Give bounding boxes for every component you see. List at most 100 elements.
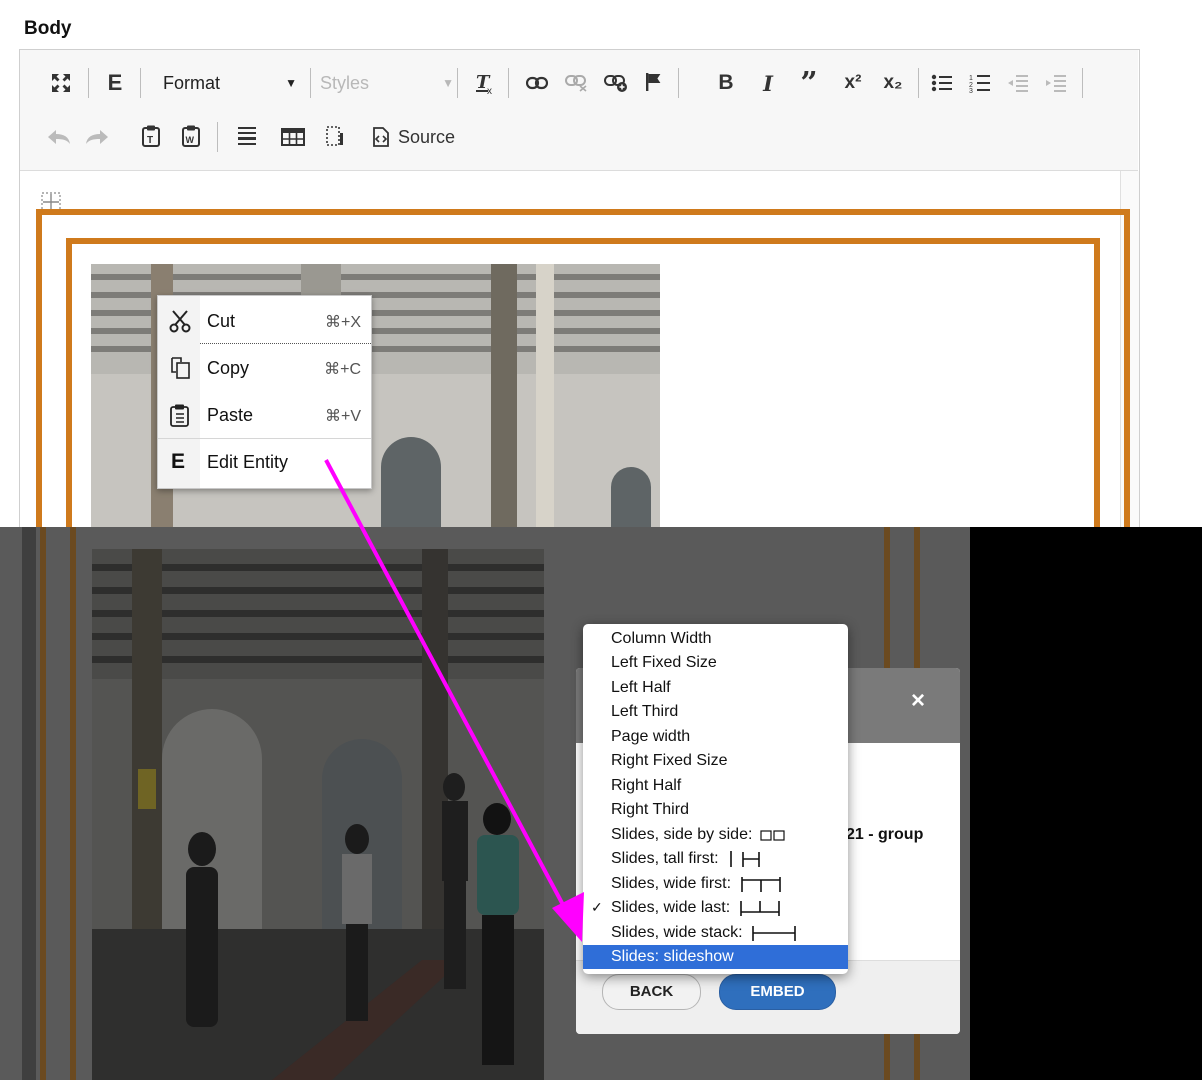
unlink-icon[interactable] — [563, 70, 591, 96]
dropdown-option[interactable]: Slides, wide first: — [583, 872, 848, 896]
bold-button[interactable]: B — [712, 68, 740, 98]
indent-icon[interactable] — [1042, 70, 1070, 96]
wide-first-layout-icon — [740, 877, 781, 892]
option-label: Left Fixed Size — [611, 654, 717, 671]
scissors-icon — [169, 309, 191, 333]
toolbar-separator — [457, 68, 458, 98]
table-icon[interactable] — [278, 124, 308, 150]
remove-format-icon[interactable]: Tx — [471, 68, 499, 98]
italic-button[interactable]: I — [754, 68, 782, 98]
dropdown-option[interactable]: Column Width — [583, 627, 848, 651]
entity-embed-button[interactable]: E — [100, 68, 130, 98]
context-menu-shortcut: ⌘+V — [324, 408, 361, 425]
wide-last-layout-icon — [739, 901, 780, 916]
option-label: Left Half — [611, 679, 671, 696]
paste-text-icon[interactable]: T — [138, 122, 164, 150]
context-menu-item-paste[interactable]: Paste ⌘+V — [158, 392, 371, 438]
dropdown-option-checked[interactable]: ✓ Slides, wide last: — [583, 896, 848, 920]
option-label: Slides, tall first: — [611, 850, 719, 868]
option-label: Left Third — [611, 703, 679, 720]
format-dropdown[interactable]: Format ▼ — [163, 68, 303, 98]
context-menu-label: Paste — [207, 405, 254, 425]
context-menu-shortcut: ⌘+X — [324, 314, 361, 331]
styles-dropdown[interactable]: Styles ▼ — [320, 68, 460, 98]
toolbar-separator — [217, 122, 218, 152]
dropdown-option[interactable]: Left Fixed Size — [583, 651, 848, 675]
embed-button[interactable]: EMBED — [719, 974, 836, 1010]
option-label: Slides, wide first: — [611, 875, 732, 893]
toolbar-separator — [1082, 68, 1083, 98]
toolbar-separator — [508, 68, 509, 98]
toolbar-separator — [140, 68, 141, 98]
add-link-icon[interactable] — [602, 70, 630, 96]
option-label: Slides, side by side: — [611, 826, 753, 843]
dropdown-option[interactable]: Left Half — [583, 676, 848, 700]
redo-icon[interactable] — [82, 124, 112, 150]
editor-toolbar: E Format ▼ Styles ▼ Tx B I ” x² x₂ 1 2 3… — [20, 50, 1138, 171]
flag-icon[interactable] — [640, 68, 666, 96]
side-by-side-layout-icon — [760, 830, 785, 841]
copy-icon — [169, 356, 191, 380]
toolbar-separator — [918, 68, 919, 98]
context-menu-label: Cut — [207, 311, 236, 331]
numbered-list-icon[interactable]: 123 — [966, 70, 994, 96]
subscript-button[interactable]: x₂ — [877, 68, 909, 98]
close-icon[interactable]: × — [903, 686, 933, 716]
dropdown-option[interactable]: Left Third — [583, 700, 848, 724]
svg-text:3: 3 — [969, 88, 973, 93]
dropdown-option[interactable]: Right Fixed Size — [583, 749, 848, 773]
option-label: Right Fixed Size — [611, 752, 728, 769]
dropdown-option[interactable]: Slides, tall first: — [583, 847, 848, 871]
superscript-button[interactable]: x² — [837, 68, 869, 98]
format-dropdown-label: Format — [163, 72, 221, 93]
dropdown-option[interactable]: Page width — [583, 725, 848, 749]
source-label: Source — [398, 126, 456, 147]
context-menu-item-cut[interactable]: Cut ⌘+X — [158, 298, 371, 344]
back-button[interactable]: BACK — [602, 974, 701, 1010]
paste-word-icon[interactable]: W — [178, 122, 204, 150]
option-label: Slides, wide last: — [611, 899, 731, 917]
maximize-icon[interactable] — [48, 70, 74, 96]
dimmed-photo — [92, 549, 544, 1080]
svg-text:T: T — [147, 135, 153, 146]
checkmark-icon: ✓ — [591, 899, 603, 915]
context-menu-item-copy[interactable]: Copy ⌘+C — [158, 345, 371, 391]
context-menu-label: Copy — [207, 358, 250, 378]
outdent-icon[interactable] — [1004, 70, 1032, 96]
dropdown-option[interactable]: Right Third — [583, 798, 848, 822]
option-label: Slides: slideshow — [611, 948, 734, 965]
styles-dropdown-label: Styles — [320, 72, 370, 93]
backdrop-stripe — [22, 527, 36, 1080]
entity-label-text: 21 - group — [846, 826, 924, 843]
tall-first-layout-icon — [730, 851, 760, 867]
paste-icon — [169, 403, 191, 427]
option-label: Right Third — [611, 801, 689, 818]
bulleted-list-icon[interactable] — [928, 70, 956, 96]
svg-text:W: W — [186, 135, 195, 145]
context-menu-item-edit-entity[interactable]: E Edit Entity — [158, 439, 371, 485]
show-blocks-icon[interactable] — [322, 122, 348, 150]
context-menu-label: Edit Entity — [207, 452, 289, 472]
chevron-down-icon: ▼ — [285, 76, 297, 90]
undo-icon[interactable] — [44, 124, 74, 150]
source-button[interactable]: Source — [372, 123, 472, 151]
dropdown-option-highlighted[interactable]: Slides: slideshow — [583, 945, 848, 969]
dropdown-option[interactable]: Slides, wide stack: — [583, 921, 848, 945]
field-label: Body — [24, 18, 72, 39]
horizontal-rule-icon[interactable] — [234, 122, 260, 150]
toolbar-separator — [310, 68, 311, 98]
source-icon — [372, 127, 390, 147]
editor-screenshot: Body E Format ▼ Styles ▼ Tx B I ” x² x₂ … — [0, 0, 1202, 527]
svg-text:1: 1 — [969, 75, 973, 82]
dropdown-option[interactable]: Right Half — [583, 774, 848, 798]
dialog-screenshot: × 21 - group BACK EMBED Column Width Lef… — [0, 527, 1202, 1080]
option-label: Right Half — [611, 777, 682, 794]
entity-icon: E — [171, 450, 186, 473]
context-menu: Cut ⌘+X Copy ⌘+C Paste ⌘+V E Edit Entity — [157, 295, 372, 489]
quote-icon[interactable]: ” — [792, 66, 826, 101]
link-icon[interactable] — [523, 70, 551, 96]
chevron-down-icon: ▼ — [442, 76, 454, 90]
option-label: Page width — [611, 728, 691, 745]
option-label: Column Width — [611, 630, 712, 647]
dropdown-option[interactable]: Slides, side by side: — [583, 823, 848, 847]
